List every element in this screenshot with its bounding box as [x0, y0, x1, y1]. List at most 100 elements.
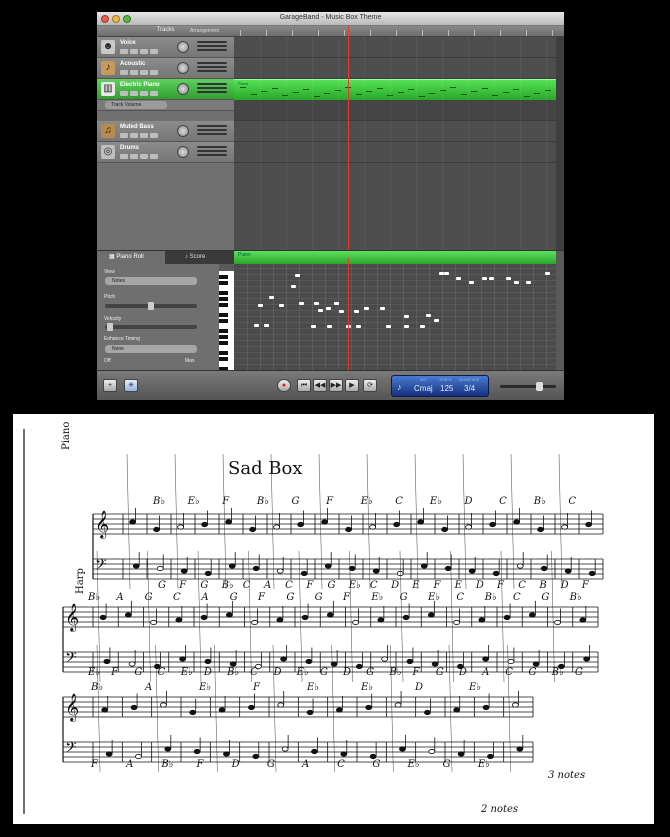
track-header-acoustic[interactable]: ♪ Acoustic [97, 58, 234, 79]
midi-note[interactable] [326, 307, 331, 310]
track-header-drums[interactable]: ◎ Drums [97, 142, 234, 163]
solo-icon[interactable] [140, 91, 148, 96]
midi-note[interactable] [258, 304, 263, 307]
record-enable-icon[interactable] [120, 154, 128, 159]
midi-note[interactable] [380, 307, 385, 310]
black-key[interactable] [219, 297, 228, 301]
piano-roll-grid[interactable] [234, 264, 556, 371]
black-key[interactable] [219, 335, 228, 339]
midi-note[interactable] [269, 296, 274, 299]
black-key[interactable] [219, 357, 228, 361]
track-lane[interactable] [234, 142, 556, 163]
midi-note[interactable] [299, 302, 304, 305]
pan-knob[interactable] [177, 62, 189, 74]
fast-forward-button[interactable]: ▶▶ [329, 379, 343, 392]
tab-piano-roll[interactable]: ▦ Piano Roll [97, 251, 165, 264]
black-key[interactable] [219, 275, 228, 279]
midi-note[interactable] [514, 281, 519, 284]
midi-note[interactable] [489, 277, 494, 280]
pan-knob[interactable] [177, 83, 189, 95]
black-key[interactable] [219, 291, 228, 295]
playhead[interactable] [348, 26, 349, 250]
midi-note[interactable] [420, 325, 425, 328]
mute-icon[interactable] [130, 91, 138, 96]
midi-note[interactable] [327, 325, 332, 328]
midi-note[interactable] [545, 272, 550, 275]
pan-knob[interactable] [177, 146, 189, 158]
track-volume-select[interactable]: Track Volume [105, 101, 167, 109]
midi-note[interactable] [506, 277, 511, 280]
master-volume-slider[interactable] [500, 382, 556, 391]
track-header-electric-piano[interactable]: ▥ Electric Piano [97, 79, 234, 100]
black-key[interactable] [219, 351, 228, 355]
midi-note[interactable] [526, 281, 531, 284]
mute-icon[interactable] [130, 49, 138, 54]
lock-icon[interactable] [150, 91, 158, 96]
tab-score[interactable]: ♪ Score [173, 251, 234, 264]
automation-lane[interactable] [234, 100, 556, 121]
black-key[interactable] [219, 281, 228, 285]
black-key[interactable] [219, 341, 228, 345]
midi-note[interactable] [279, 304, 284, 307]
view-select[interactable]: Notes [105, 277, 197, 285]
solo-icon[interactable] [140, 133, 148, 138]
midi-note[interactable] [426, 314, 431, 317]
midi-note[interactable] [356, 325, 361, 328]
lcd-display[interactable]: ♪ KEY TEMPO SIGNATURE Cmaj 125 3/4 [391, 375, 489, 397]
volume-thumb[interactable] [536, 382, 543, 391]
velocity-slider[interactable] [105, 323, 197, 331]
electric-piano-region[interactable]: Piano [234, 79, 564, 100]
midi-note[interactable] [311, 325, 316, 328]
black-key[interactable] [219, 329, 228, 333]
add-track-button[interactable]: + [103, 379, 117, 392]
midi-note[interactable] [334, 302, 339, 305]
mute-icon[interactable] [130, 154, 138, 159]
track-lane[interactable] [234, 37, 556, 58]
arrange-area[interactable]: Piano [234, 37, 564, 250]
record-enable-icon[interactable] [120, 70, 128, 75]
lock-icon[interactable] [150, 154, 158, 159]
midi-note[interactable] [434, 319, 439, 322]
track-lane[interactable] [234, 121, 556, 142]
record-button[interactable]: ● [277, 379, 291, 392]
go-to-start-button[interactable]: ⏮ [297, 379, 311, 392]
loop-browser-button[interactable]: ✳ [124, 379, 138, 392]
pitch-slider[interactable] [105, 302, 197, 310]
piano-keyboard[interactable] [219, 271, 234, 371]
enhance-timing-select[interactable]: None [105, 345, 197, 353]
timeline-ruler[interactable] [234, 26, 556, 37]
piano-roll-ruler[interactable]: Piano [234, 251, 556, 264]
midi-note[interactable] [264, 324, 269, 327]
play-button[interactable]: ▶ [345, 379, 359, 392]
midi-note[interactable] [404, 325, 409, 328]
midi-note[interactable] [339, 310, 344, 313]
track-lane[interactable] [234, 58, 556, 79]
midi-note[interactable] [444, 272, 449, 275]
cycle-button[interactable]: ⟳ [363, 379, 377, 392]
pan-knob[interactable] [177, 41, 189, 53]
midi-note[interactable] [482, 277, 487, 280]
record-enable-icon[interactable] [120, 91, 128, 96]
pan-knob[interactable] [177, 125, 189, 137]
black-key[interactable] [219, 313, 228, 317]
midi-note[interactable] [291, 285, 296, 288]
lock-icon[interactable] [150, 133, 158, 138]
midi-note[interactable] [364, 307, 369, 310]
midi-note[interactable] [404, 315, 409, 318]
solo-icon[interactable] [140, 49, 148, 54]
midi-note[interactable] [354, 310, 359, 313]
midi-note[interactable] [314, 302, 319, 305]
track-header-voice[interactable]: ☻ Voice [97, 37, 234, 58]
mute-icon[interactable] [130, 70, 138, 75]
record-enable-icon[interactable] [120, 49, 128, 54]
midi-note[interactable] [318, 309, 323, 312]
vertical-scrollbar[interactable] [556, 37, 564, 250]
black-key[interactable] [219, 319, 228, 323]
black-key[interactable] [219, 303, 228, 307]
midi-note[interactable] [456, 277, 461, 280]
lock-icon[interactable] [150, 49, 158, 54]
midi-note[interactable] [254, 324, 259, 327]
mute-icon[interactable] [130, 133, 138, 138]
lock-icon[interactable] [150, 70, 158, 75]
solo-icon[interactable] [140, 154, 148, 159]
